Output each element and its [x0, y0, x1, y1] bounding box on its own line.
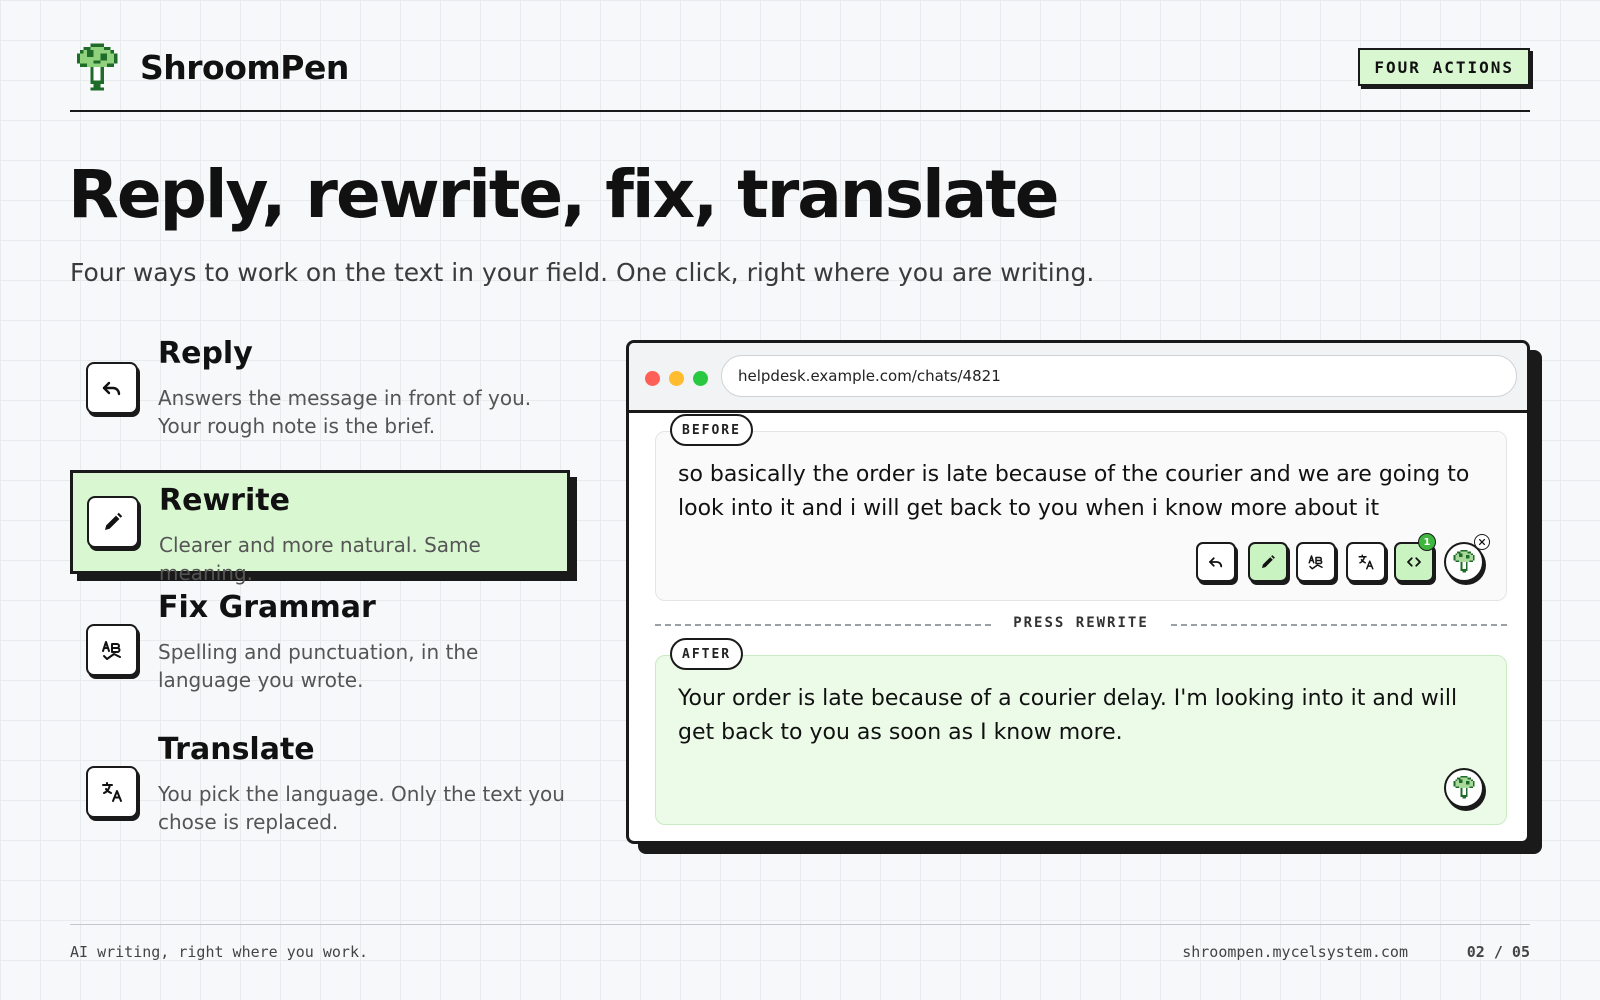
feature-description: Clearer and more natural. Same meaning.: [159, 533, 481, 585]
before-text[interactable]: so basically the order is late because o…: [678, 458, 1488, 526]
page-subtitle: Four ways to work on the text in your fi…: [70, 258, 1095, 287]
press-rewrite-divider: PRESS REWRITE: [655, 615, 1507, 635]
shroompen-launcher-button[interactable]: [1444, 768, 1484, 808]
footer: AI writing, right where you work. shroom…: [70, 924, 1530, 964]
reply-icon: [86, 362, 138, 414]
pencil-icon: [1262, 555, 1275, 568]
brand-name: ShroomPen: [140, 47, 349, 87]
shroompen-toolbar: 1: [1196, 533, 1492, 584]
feature-translate[interactable]: Translate You pick the language. Only th…: [70, 732, 570, 836]
mushroom-icon: [76, 43, 118, 91]
window-minimize-dot[interactable]: [669, 371, 684, 386]
before-label: BEFORE: [670, 414, 753, 446]
page-number: 02 / 05: [1466, 943, 1530, 961]
window-close-dot[interactable]: [645, 371, 660, 386]
spellcheck-icon: [1308, 555, 1323, 570]
pencil-icon: [87, 496, 139, 548]
feature-rewrite[interactable]: Rewrite Clearer and more natural. Same m…: [70, 470, 570, 585]
divider-line: [1171, 624, 1507, 626]
feature-title: Translate: [158, 732, 315, 767]
after-text[interactable]: Your order is late because of a courier …: [678, 682, 1488, 750]
divider-label: PRESS REWRITE: [1013, 615, 1149, 631]
fix-grammar-button[interactable]: [1296, 542, 1336, 582]
feature-title: Reply: [158, 336, 253, 371]
code-icon: [1407, 557, 1421, 567]
spellcheck-icon: [86, 624, 138, 676]
divider-line: [655, 624, 991, 626]
after-panel: AFTER Your order is late because of a co…: [655, 638, 1507, 825]
before-panel: BEFORE so basically the order is late be…: [655, 414, 1507, 601]
header: ShroomPen FOUR ACTIONS: [70, 38, 1530, 112]
window-maximize-dot[interactable]: [693, 371, 708, 386]
close-icon[interactable]: [1474, 534, 1490, 550]
address-bar[interactable]: helpdesk.example.com/chats/4821: [721, 355, 1517, 397]
reply-icon: [1209, 557, 1223, 568]
feature-description: Spelling and punctuation, in the languag…: [158, 640, 479, 692]
feature-reply[interactable]: Reply Answers the message in front of yo…: [70, 336, 570, 440]
feature-title: Fix Grammar: [158, 590, 376, 625]
feature-title: Rewrite: [159, 483, 290, 518]
browser-toolbar: helpdesk.example.com/chats/4821: [629, 343, 1527, 413]
translate-button[interactable]: [1346, 542, 1386, 582]
reply-button[interactable]: [1196, 542, 1236, 582]
translate-icon: [1358, 554, 1374, 570]
mushroom-icon: [1453, 549, 1475, 573]
mushroom-icon: [1453, 775, 1475, 799]
footer-tagline: AI writing, right where you work.: [70, 943, 369, 961]
page-title: Reply, rewrite, fix, translate: [68, 156, 1060, 233]
brand[interactable]: ShroomPen: [70, 40, 349, 94]
feature-fix-grammar[interactable]: Fix Grammar Spelling and punctuation, in…: [70, 590, 570, 694]
footer-url[interactable]: shroompen.mycelsystem.com: [1182, 943, 1408, 961]
feature-description: Answers the message in front of you. You…: [158, 386, 532, 438]
rewrite-button[interactable]: [1248, 542, 1288, 582]
after-label: AFTER: [670, 638, 744, 670]
translate-icon: [86, 766, 138, 818]
section-badge: FOUR ACTIONS: [1358, 48, 1530, 86]
code-count-badge: 1: [1418, 533, 1436, 551]
browser-window: helpdesk.example.com/chats/4821 BEFORE s…: [626, 340, 1530, 844]
feature-description: You pick the language. Only the text you…: [158, 782, 565, 834]
